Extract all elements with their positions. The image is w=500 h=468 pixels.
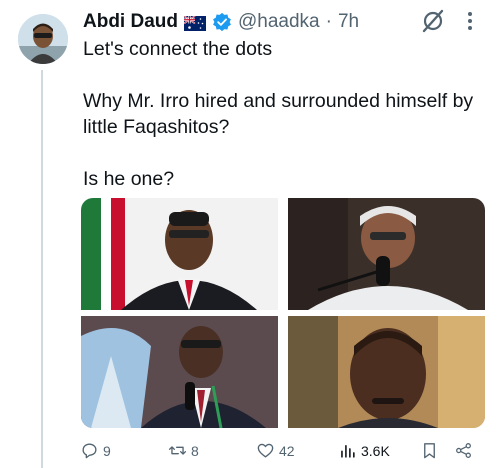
share-icon: [456, 443, 471, 458]
timestamp[interactable]: 7h: [338, 11, 359, 33]
views-count: 3.6K: [361, 442, 390, 459]
reply-count: 9: [103, 442, 111, 459]
avatar[interactable]: [18, 14, 68, 64]
repost-button[interactable]: 8: [168, 441, 199, 460]
thread-line: [41, 70, 43, 468]
media-photo-4[interactable]: [288, 316, 485, 428]
tweet-blank-line: [83, 62, 488, 88]
repost-count: 8: [191, 442, 199, 459]
repost-icon: [168, 446, 187, 455]
tweet-line: little Faqashitos?: [83, 116, 230, 138]
tweet-header: Abdi Daud @haadka · 7h: [83, 8, 359, 36]
author-name[interactable]: Abdi Daud: [83, 11, 178, 33]
separator-dot: ·: [325, 11, 332, 32]
verified-badge-icon: [212, 12, 232, 32]
reply-icon: [82, 443, 97, 459]
media-photo-1[interactable]: [81, 198, 278, 310]
tweet-line: Let's connect the dots: [83, 38, 273, 60]
grok-icon[interactable]: [420, 8, 446, 34]
like-button[interactable]: 42: [256, 441, 295, 460]
media-photo-3[interactable]: [81, 316, 278, 428]
reply-button[interactable]: 9: [80, 441, 111, 460]
like-count: 42: [279, 442, 295, 459]
tweet-blank-line: [83, 140, 488, 166]
bookmark-button[interactable]: [420, 441, 439, 460]
bookmark-icon: [424, 443, 435, 459]
media-grid: [81, 198, 485, 428]
more-options-icon[interactable]: [460, 10, 480, 32]
action-bar: 9 8 42 3.6K: [80, 438, 480, 464]
media-photo-2[interactable]: [288, 198, 485, 310]
author-handle[interactable]: @haadka: [238, 11, 320, 33]
share-button[interactable]: [454, 441, 473, 460]
tweet-line: Why Mr. Irro hired and surrounded himsel…: [83, 90, 474, 112]
tweet-line: Is he one?: [83, 168, 175, 190]
views-button[interactable]: 3.6K: [338, 441, 390, 460]
tweet-text: Let's connect the dots Why Mr. Irro hire…: [83, 36, 488, 192]
australia-flag-icon: [183, 14, 206, 31]
analytics-icon: [341, 444, 355, 458]
heart-icon: [257, 443, 274, 458]
